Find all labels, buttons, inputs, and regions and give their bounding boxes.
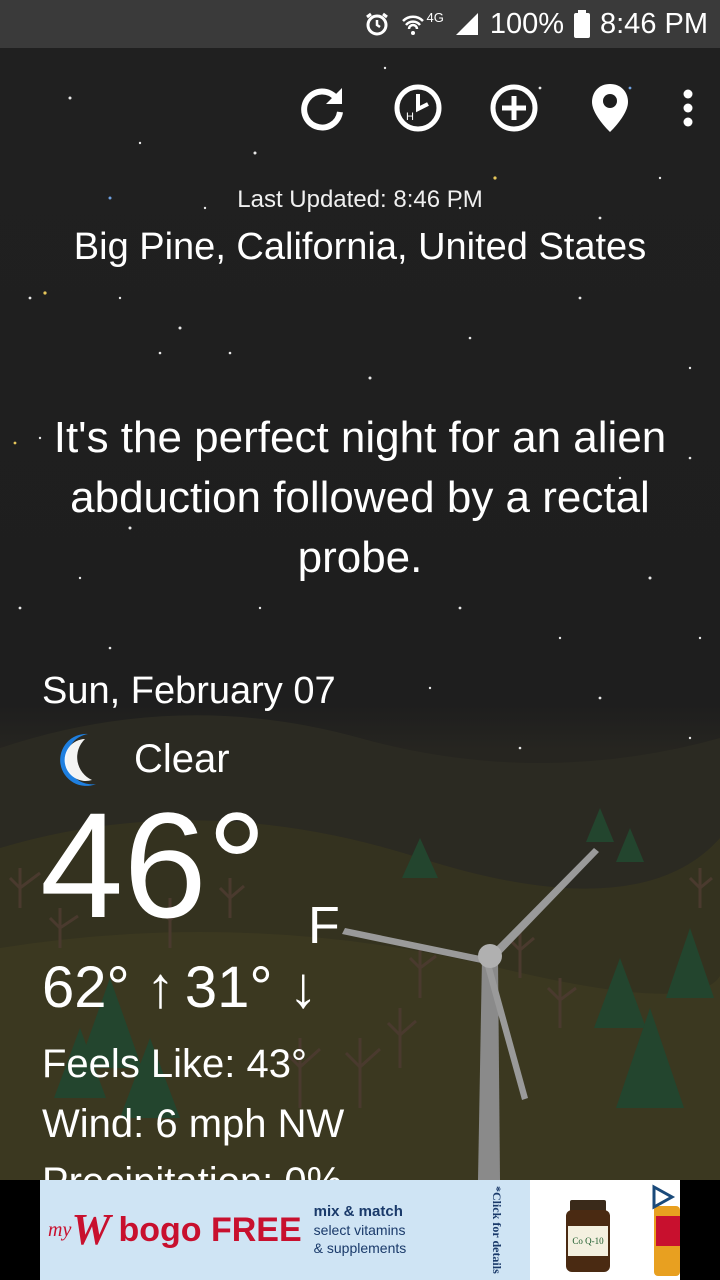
walgreens-logo: my W bbox=[48, 1208, 110, 1252]
ad-details-link[interactable]: *Click for details bbox=[480, 1184, 504, 1276]
condition-label: Clear bbox=[134, 736, 230, 781]
feels-like: Feels Like: 43° bbox=[42, 1042, 308, 1086]
svg-text:H: H bbox=[406, 111, 414, 123]
ad-copy: mix & match select vitamins & supplement… bbox=[314, 1203, 407, 1257]
high-temperature: 62° ↑ bbox=[42, 955, 175, 1020]
location-name[interactable]: Big Pine, California, United States bbox=[0, 226, 720, 269]
ad-line-1: mix & match bbox=[313, 1203, 403, 1220]
ad-content[interactable]: my W bogo FREE mix & match select vitami… bbox=[40, 1180, 680, 1280]
signal-icon bbox=[454, 11, 480, 37]
history-button[interactable]: H bbox=[388, 78, 448, 138]
ad-banner[interactable]: my W bogo FREE mix & match select vitami… bbox=[0, 1180, 720, 1280]
history-icon: H bbox=[394, 84, 442, 132]
clock: 8:46 PM bbox=[600, 7, 708, 40]
overflow-menu-button[interactable] bbox=[676, 78, 700, 138]
add-location-button[interactable] bbox=[484, 78, 544, 138]
ad-brand-small: my bbox=[48, 1218, 72, 1241]
weather-message: It's the perfect night for an alien abdu… bbox=[53, 413, 667, 582]
precipitation: Precipitation: 0% bbox=[42, 1160, 342, 1180]
ad-line-2: select vitamins bbox=[313, 1222, 406, 1238]
toolbar: H bbox=[292, 78, 700, 138]
network-type: 4G bbox=[426, 9, 444, 25]
location-pin-icon bbox=[592, 84, 628, 132]
status-bar: 4G 100% 8:46 PM bbox=[0, 0, 720, 48]
last-updated: Last Updated: 8:46 PM bbox=[237, 186, 483, 213]
low-temperature: 31° ↓ bbox=[184, 955, 318, 1020]
refresh-icon bbox=[301, 88, 343, 131]
temperature-unit[interactable]: F bbox=[308, 896, 340, 956]
ad-line-3: & supplements bbox=[313, 1240, 407, 1256]
ad-headline: bogo FREE bbox=[118, 1210, 302, 1249]
refresh-button[interactable] bbox=[292, 78, 352, 138]
wifi-icon bbox=[400, 11, 426, 37]
battery-icon bbox=[574, 10, 590, 38]
battery-level: 100% bbox=[489, 7, 564, 40]
ad-product-label: Co Q-10 bbox=[572, 1236, 604, 1246]
adchoices-icon[interactable] bbox=[650, 1184, 676, 1215]
location-button[interactable] bbox=[580, 78, 640, 138]
condition-row: Clear bbox=[52, 730, 230, 788]
moon-icon bbox=[60, 733, 96, 786]
more-vert-icon bbox=[683, 89, 693, 127]
alarm-icon bbox=[364, 11, 390, 37]
ad-brand-letter: W bbox=[71, 1205, 111, 1254]
add-icon bbox=[490, 84, 538, 132]
current-temperature: 46° bbox=[40, 781, 267, 949]
high-low: 62° ↑ 31° ↓ bbox=[42, 954, 318, 1021]
weather-scene: H Last Updated: 8:46 PM Big Pine, Califo… bbox=[0, 48, 720, 1180]
wind: Wind: 6 mph NW bbox=[42, 1102, 345, 1146]
forecast-date: Sun, February 07 bbox=[42, 670, 336, 712]
